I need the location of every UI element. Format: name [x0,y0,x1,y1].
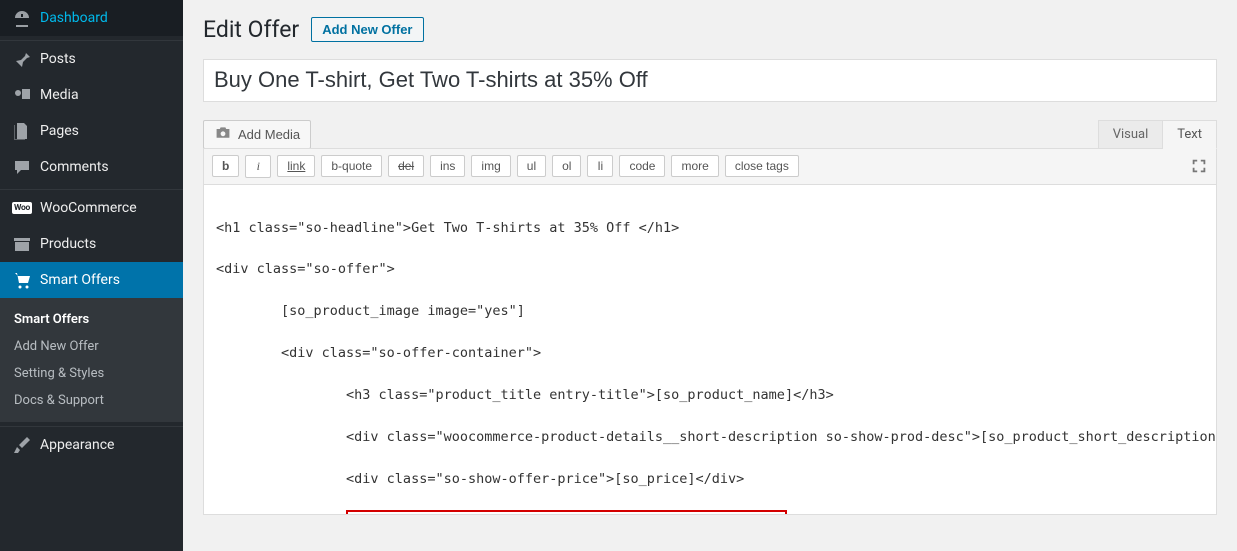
sidebar-item-label: Posts [40,51,76,67]
media-icon [12,85,32,105]
code-line: <div class="so-show-offer-price">[so_pri… [216,469,1204,490]
code-line: <div class="so-offer-container"> [216,343,1204,364]
comment-icon [12,157,32,177]
post-content-editor[interactable]: <h1 class="so-headline">Get Two T-shirts… [203,185,1217,515]
sidebar-item-pages[interactable]: Pages [0,113,183,149]
editor-mode-tabs: Visual Text [1098,120,1217,149]
sidebar-item-label: Media [40,87,79,103]
qt-ol-button[interactable]: ol [552,155,581,177]
sidebar-submenu: Smart Offers Add New Offer Setting & Sty… [0,298,183,422]
pages-icon [12,121,32,141]
qt-bquote-button[interactable]: b-quote [321,155,382,177]
sidebar-item-smart-offers[interactable]: Smart Offers [0,262,183,298]
qt-more-button[interactable]: more [671,155,718,177]
qt-ul-button[interactable]: ul [517,155,546,177]
qt-italic-button[interactable]: i [245,155,271,178]
highlighted-shortcode: <span>[so_quantity value=2 allow_change=… [346,510,787,514]
qt-li-button[interactable]: li [587,155,613,177]
brush-icon [12,435,32,455]
add-new-offer-button[interactable]: Add New Offer [311,17,423,42]
sidebar-item-label: Smart Offers [40,272,120,288]
dashboard-icon [12,8,32,28]
qt-img-button[interactable]: img [471,155,510,177]
sidebar-item-appearance[interactable]: Appearance [0,427,183,463]
tab-text[interactable]: Text [1163,120,1217,149]
woocommerce-icon: Woo [12,198,32,218]
sidebar-item-woocommerce[interactable]: Woo WooCommerce [0,190,183,226]
sidebar-item-media[interactable]: Media [0,77,183,113]
fullscreen-icon[interactable] [1190,157,1208,179]
sidebar-item-label: Dashboard [40,10,108,26]
sidebar-item-label: WooCommerce [40,200,137,216]
sidebar-item-label: Appearance [40,437,114,453]
page-title: Edit Offer [203,16,299,43]
sidebar-item-dashboard[interactable]: Dashboard [0,0,183,36]
submenu-item-add-new-offer[interactable]: Add New Offer [0,333,183,360]
cart-icon [12,270,32,290]
add-media-button[interactable]: Add Media [203,120,311,149]
main-content: Edit Offer Add New Offer Add Media Visua… [183,0,1237,551]
qt-link-button[interactable]: link [277,155,315,177]
submenu-item-smart-offers[interactable]: Smart Offers [0,306,183,333]
code-line: <div class="woocommerce-product-details_… [216,427,1204,448]
submenu-item-setting-styles[interactable]: Setting & Styles [0,360,183,387]
pin-icon [12,49,32,69]
tab-visual[interactable]: Visual [1098,120,1164,149]
sidebar-item-posts[interactable]: Posts [0,41,183,77]
code-line: <h3 class="product_title entry-title">[s… [216,385,1204,406]
code-line: [so_product_image image="yes"] [216,301,1204,322]
admin-sidebar: Dashboard Posts Media Pages Comments Woo… [0,0,183,551]
qt-bold-button[interactable]: b [212,155,239,177]
qt-code-button[interactable]: code [619,155,665,177]
sidebar-item-label: Products [40,236,96,252]
camera-music-icon [214,125,232,144]
archive-icon [12,234,32,254]
sidebar-item-label: Pages [40,123,79,139]
qt-close-tags-button[interactable]: close tags [725,155,799,177]
sidebar-item-label: Comments [40,159,109,175]
quicktags-toolbar: b i link b-quote del ins img ul ol li co… [203,148,1217,185]
post-title-input[interactable] [203,59,1217,102]
code-line: <h1 class="so-headline">Get Two T-shirts… [216,218,1204,239]
qt-del-button[interactable]: del [388,155,424,177]
sidebar-item-comments[interactable]: Comments [0,149,183,185]
submenu-item-docs-support[interactable]: Docs & Support [0,387,183,414]
code-line: <div class="so-offer"> [216,259,1204,280]
sidebar-item-products[interactable]: Products [0,226,183,262]
code-line: <span>[so_quantity value=2 allow_change=… [216,510,1204,514]
qt-ins-button[interactable]: ins [430,155,465,177]
add-media-label: Add Media [238,127,300,142]
